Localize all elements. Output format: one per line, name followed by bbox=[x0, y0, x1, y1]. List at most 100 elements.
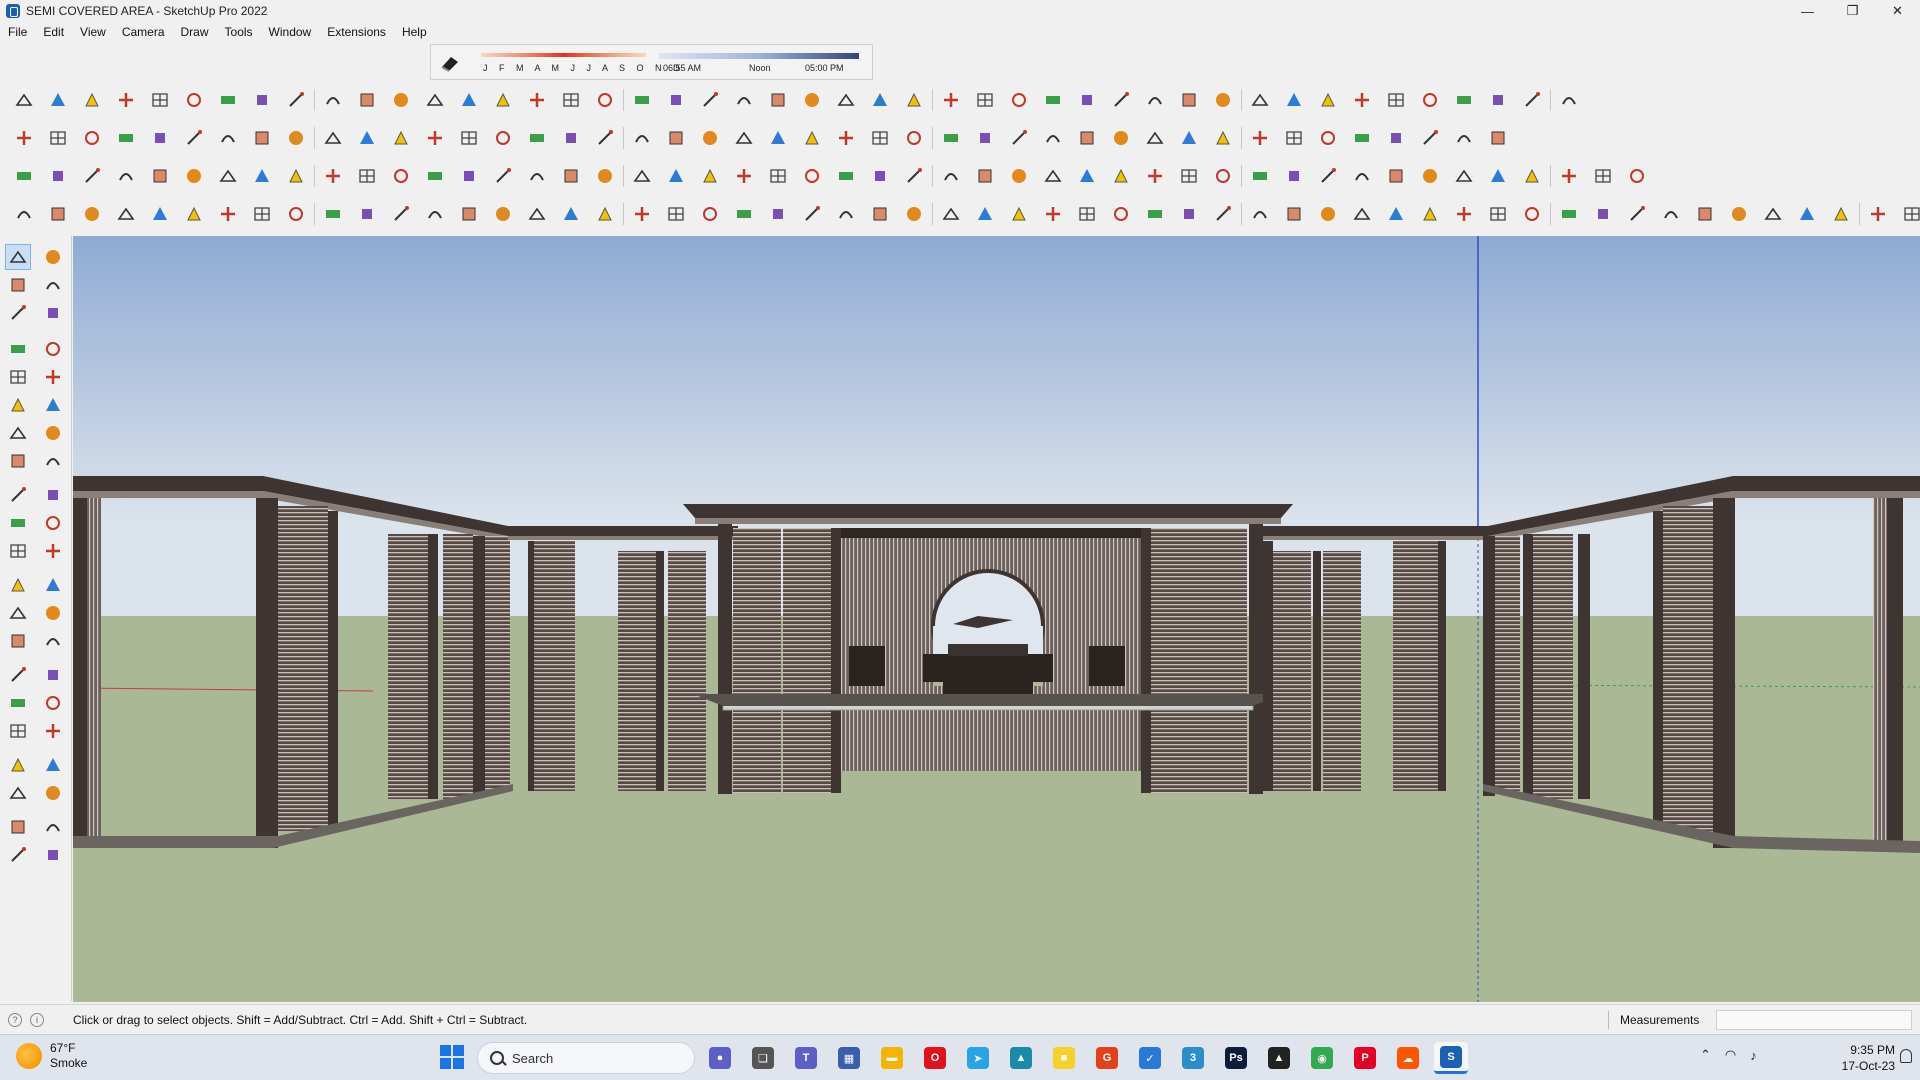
sandbox-4-tool-icon[interactable] bbox=[40, 842, 66, 868]
shadow-time-slider[interactable]: 06:55 AM Noon 05:00 PM bbox=[659, 49, 864, 77]
draw-tool-42-icon[interactable] bbox=[1418, 88, 1442, 112]
camera-tool-20-icon[interactable] bbox=[664, 126, 688, 150]
look-around-tool-icon[interactable] bbox=[40, 752, 66, 778]
edit-tool-40-icon[interactable] bbox=[1350, 164, 1374, 188]
scale-tool-icon[interactable] bbox=[5, 538, 31, 564]
extensions-tool-18-icon[interactable] bbox=[593, 202, 617, 226]
extensions-tool-23-icon[interactable] bbox=[766, 202, 790, 226]
taskbar-sketchup-icon[interactable]: S bbox=[1434, 1042, 1468, 1074]
extensions-tool-51-icon[interactable] bbox=[1727, 202, 1751, 226]
edit-tool-23-icon[interactable] bbox=[766, 164, 790, 188]
edit-tool-12-icon[interactable] bbox=[389, 164, 413, 188]
draw-tool-15-icon[interactable] bbox=[491, 88, 515, 112]
extensions-tool-2-icon[interactable] bbox=[46, 202, 70, 226]
camera-tool-38-icon[interactable] bbox=[1282, 126, 1306, 150]
extensions-tool-6-icon[interactable] bbox=[182, 202, 206, 226]
camera-tool-28-icon[interactable] bbox=[939, 126, 963, 150]
camera-tool-39-icon[interactable] bbox=[1316, 126, 1340, 150]
camera-tool-1-icon[interactable] bbox=[12, 126, 36, 150]
close-button[interactable]: ✕ bbox=[1875, 0, 1920, 22]
taskbar-chat-icon[interactable]: ● bbox=[703, 1042, 737, 1074]
menu-file[interactable]: File bbox=[0, 25, 35, 39]
previous-tool-icon[interactable] bbox=[40, 718, 66, 744]
extensions-tool-26-icon[interactable] bbox=[868, 202, 892, 226]
components-tool-icon[interactable] bbox=[5, 300, 31, 326]
extensions-tool-29-icon[interactable] bbox=[973, 202, 997, 226]
edit-tool-18-icon[interactable] bbox=[593, 164, 617, 188]
edit-tool-30-icon[interactable] bbox=[1007, 164, 1031, 188]
extensions-tool-50-icon[interactable] bbox=[1693, 202, 1717, 226]
draw-tool-16-icon[interactable] bbox=[525, 88, 549, 112]
taskbar-visual-studio-icon[interactable]: ✓ bbox=[1133, 1042, 1167, 1074]
extensions-tool-35-icon[interactable] bbox=[1177, 202, 1201, 226]
draw-tool-46-icon[interactable] bbox=[1557, 88, 1581, 112]
extensions-tool-4-icon[interactable] bbox=[114, 202, 138, 226]
draw-tool-29-icon[interactable] bbox=[973, 88, 997, 112]
edit-tool-8-icon[interactable] bbox=[250, 164, 274, 188]
taskbar-teams-icon[interactable]: T bbox=[789, 1042, 823, 1074]
draw-tool-43-icon[interactable] bbox=[1452, 88, 1476, 112]
camera-tool-40-icon[interactable] bbox=[1350, 126, 1374, 150]
arc-tool-icon[interactable] bbox=[5, 420, 31, 446]
extensions-tool-9-icon[interactable] bbox=[284, 202, 308, 226]
edit-tool-2-icon[interactable] bbox=[46, 164, 70, 188]
camera-tool-7-icon[interactable] bbox=[216, 126, 240, 150]
draw-tool-25-icon[interactable] bbox=[834, 88, 858, 112]
draw-tool-3-icon[interactable] bbox=[80, 88, 104, 112]
extensions-tool-34-icon[interactable] bbox=[1143, 202, 1167, 226]
extensions-tool-38-icon[interactable] bbox=[1282, 202, 1306, 226]
dimension-tool-icon[interactable] bbox=[40, 600, 66, 626]
extensions-tool-56-icon[interactable] bbox=[1900, 202, 1920, 226]
camera-tool-14-icon[interactable] bbox=[457, 126, 481, 150]
extensions-tool-12-icon[interactable] bbox=[389, 202, 413, 226]
network-wifi-icon[interactable]: ◠ bbox=[1725, 1047, 1736, 1063]
extensions-tool-10-icon[interactable] bbox=[321, 202, 345, 226]
extensions-tool-1-icon[interactable] bbox=[12, 202, 36, 226]
camera-tool-26-icon[interactable] bbox=[868, 126, 892, 150]
camera-tool-34-icon[interactable] bbox=[1143, 126, 1167, 150]
camera-tool-8-icon[interactable] bbox=[250, 126, 274, 150]
edit-tool-4-icon[interactable] bbox=[114, 164, 138, 188]
three-point-arc-tool-icon[interactable] bbox=[40, 448, 66, 474]
select-tool-icon[interactable] bbox=[5, 244, 31, 270]
edit-tool-26-icon[interactable] bbox=[868, 164, 892, 188]
edit-tool-25-icon[interactable] bbox=[834, 164, 858, 188]
extensions-tool-32-icon[interactable] bbox=[1075, 202, 1099, 226]
camera-tool-2-icon[interactable] bbox=[46, 126, 70, 150]
draw-tool-27-icon[interactable] bbox=[902, 88, 926, 112]
draw-tool-7-icon[interactable] bbox=[216, 88, 240, 112]
draw-tool-17-icon[interactable] bbox=[559, 88, 583, 112]
taskbar-grammarly-icon[interactable]: G bbox=[1090, 1042, 1124, 1074]
edit-tool-45-icon[interactable] bbox=[1520, 164, 1544, 188]
edit-tool-24-icon[interactable] bbox=[800, 164, 824, 188]
extensions-tool-47-icon[interactable] bbox=[1591, 202, 1615, 226]
sandbox-1-tool-icon[interactable] bbox=[5, 814, 31, 840]
freehand-tool-icon[interactable] bbox=[40, 336, 66, 362]
camera-tool-31-icon[interactable] bbox=[1041, 126, 1065, 150]
draw-tool-38-icon[interactable] bbox=[1282, 88, 1306, 112]
draw-tool-32-icon[interactable] bbox=[1075, 88, 1099, 112]
camera-tool-3-icon[interactable] bbox=[80, 126, 104, 150]
3d-text-tool-icon[interactable] bbox=[40, 628, 66, 654]
section-plane-tool-icon[interactable] bbox=[40, 780, 66, 806]
draw-tool-45-icon[interactable] bbox=[1520, 88, 1544, 112]
start-button[interactable] bbox=[440, 1045, 464, 1069]
rotated-rectangle-tool-icon[interactable] bbox=[40, 364, 66, 390]
geo-location-icon[interactable]: ? bbox=[8, 1012, 22, 1027]
taskbar-photoshop-icon[interactable]: Ps bbox=[1219, 1042, 1253, 1074]
edit-tool-20-icon[interactable] bbox=[664, 164, 688, 188]
draw-tool-35-icon[interactable] bbox=[1177, 88, 1201, 112]
taskbar-opera-icon[interactable]: O bbox=[918, 1042, 952, 1074]
extensions-tool-15-icon[interactable] bbox=[491, 202, 515, 226]
camera-tool-24-icon[interactable] bbox=[800, 126, 824, 150]
taskbar-search[interactable]: Search bbox=[477, 1042, 695, 1074]
extensions-tool-36-icon[interactable] bbox=[1211, 202, 1235, 226]
menu-edit[interactable]: Edit bbox=[35, 25, 72, 39]
edit-tool-36-icon[interactable] bbox=[1211, 164, 1235, 188]
edit-tool-22-icon[interactable] bbox=[732, 164, 756, 188]
camera-tool-16-icon[interactable] bbox=[525, 126, 549, 150]
menu-draw[interactable]: Draw bbox=[173, 25, 217, 39]
draw-tool-30-icon[interactable] bbox=[1007, 88, 1031, 112]
draw-tool-39-icon[interactable] bbox=[1316, 88, 1340, 112]
menu-help[interactable]: Help bbox=[394, 25, 435, 39]
